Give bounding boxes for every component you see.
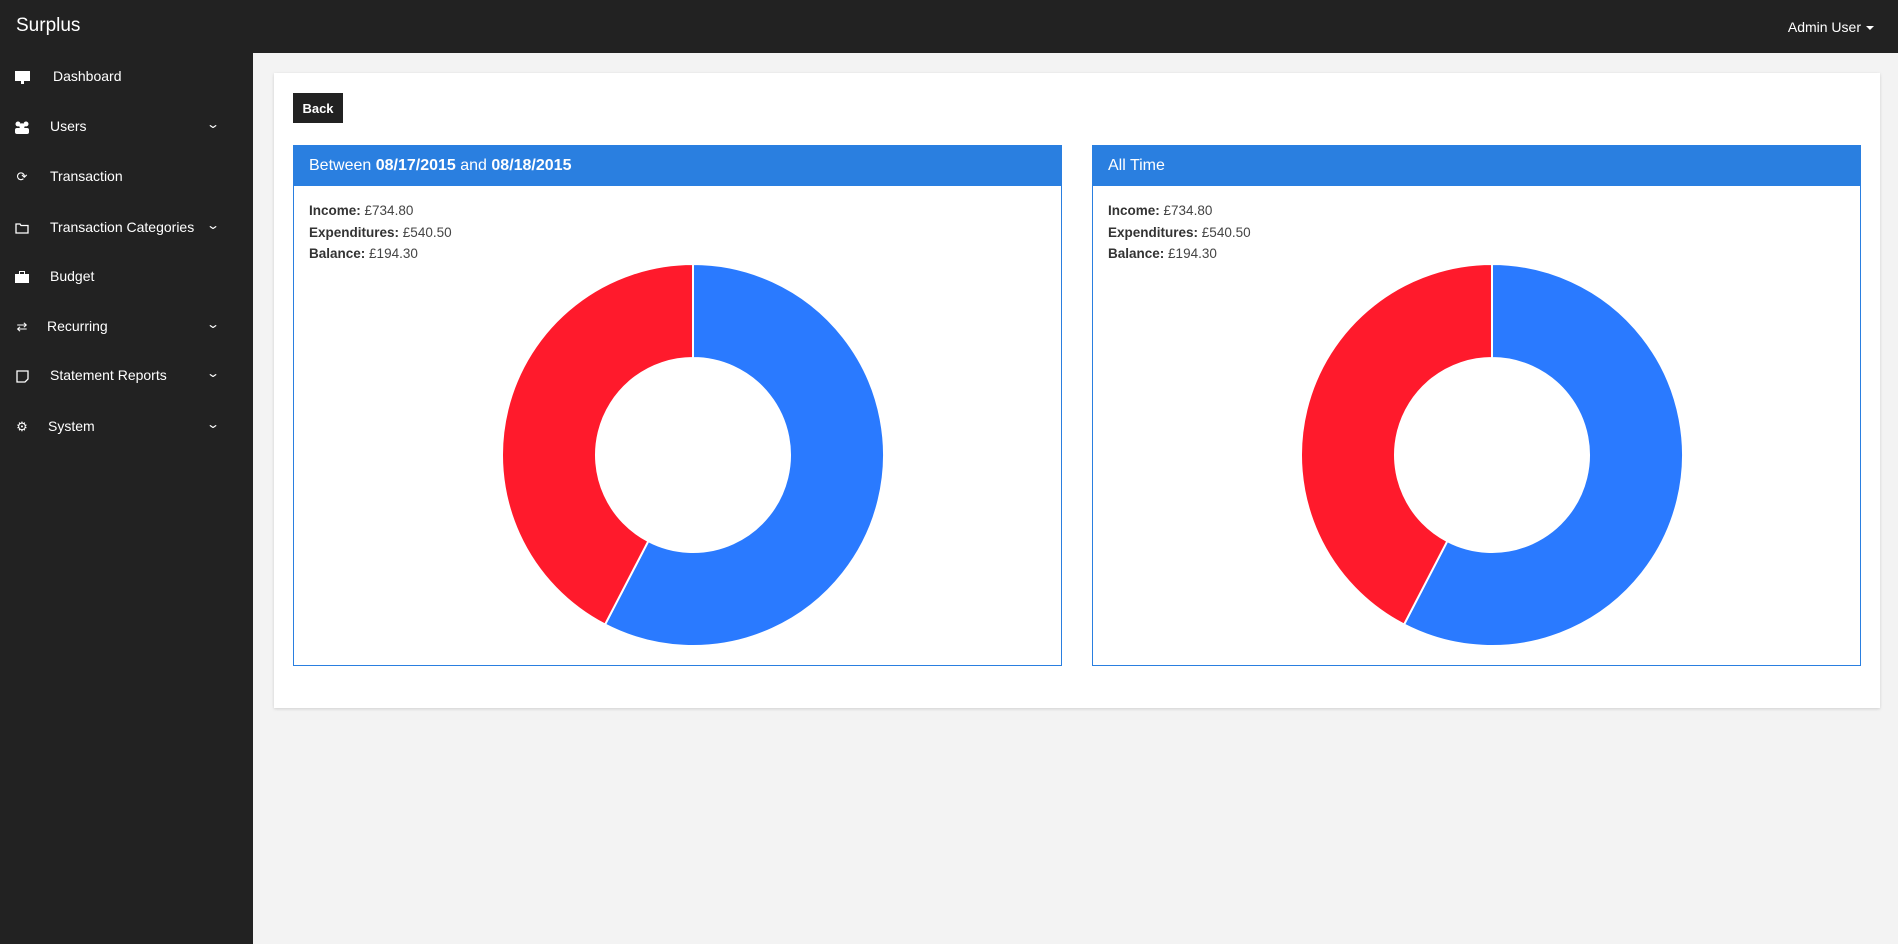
cogs-icon: ⚙: [16, 419, 28, 434]
sidebar-item-statement-reports[interactable]: Statement Reports ⌄: [0, 356, 253, 396]
period-summary-panel: Between 08/17/2015 and 08/18/2015 Income…: [293, 145, 1062, 666]
sidebar: Dashboard Users ⌄ ⟳ Transaction Transactio…: [0, 53, 253, 944]
sidebar-item-recurring[interactable]: ⇄ Recurring ⌄: [0, 307, 253, 347]
all-time-summary-panel: All Time Income: £734.80 Expenditures: £…: [1092, 145, 1861, 666]
sidebar-item-budget[interactable]: Budget: [0, 257, 253, 297]
chevron-down-icon: ⌄: [205, 366, 221, 380]
note-icon: [14, 368, 30, 384]
folder-icon: [14, 220, 30, 236]
back-button[interactable]: Back: [293, 93, 343, 123]
chevron-down-icon: ⌄: [205, 317, 221, 331]
donut-chart: [1300, 262, 1684, 647]
top-navbar: Surplus Admin User: [0, 0, 1898, 53]
app-brand[interactable]: Surplus: [16, 15, 80, 37]
chevron-down-icon: ⌄: [205, 218, 221, 232]
caret-down-icon: [1866, 26, 1874, 31]
sidebar-item-transaction[interactable]: ⟳ Transaction: [0, 157, 253, 197]
users-icon: [14, 119, 30, 135]
chevron-down-icon: ⌄: [205, 417, 221, 431]
refresh-icon: ⟳: [16, 169, 28, 184]
sidebar-item-users[interactable]: Users ⌄: [0, 107, 253, 147]
briefcase-icon: [14, 269, 30, 285]
user-menu[interactable]: Admin User: [1788, 19, 1874, 35]
donut-chart: [501, 262, 885, 647]
sidebar-item-dashboard[interactable]: Dashboard: [0, 57, 253, 97]
user-name: Admin User: [1787, 19, 1861, 35]
sidebar-item-transaction-categories[interactable]: Transaction Categories ⌄: [0, 208, 253, 248]
chevron-down-icon: ⌄: [205, 117, 221, 131]
exchange-icon: ⇄: [16, 319, 28, 334]
report-card: Back Between 08/17/2015 and 08/18/2015 I…: [274, 73, 1880, 708]
sidebar-item-system[interactable]: ⚙ System ⌄: [0, 407, 253, 447]
monitor-icon: [14, 69, 30, 85]
